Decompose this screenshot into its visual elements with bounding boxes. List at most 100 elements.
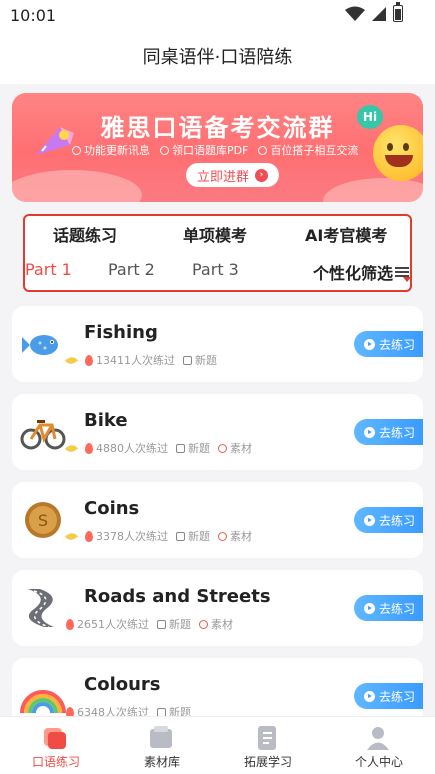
- tab-topic-practice[interactable]: 话题练习: [53, 222, 120, 249]
- check-icon: [218, 443, 227, 453]
- banner-feature: 百位搭子相互交流: [258, 142, 358, 158]
- topic-name: Colours: [84, 674, 161, 695]
- leaf-icon: [64, 354, 79, 366]
- practice-count: 4880人次练过: [85, 440, 168, 456]
- nav-label: 拓展学习: [243, 755, 292, 769]
- profile-icon: [367, 727, 389, 750]
- flame-icon: [85, 354, 93, 366]
- bottom-nav: 口语练习 素材库 拓展学习 个人中心: [0, 716, 435, 774]
- check-circle-icon: [160, 145, 169, 155]
- personal-filter-button[interactable]: 个性化筛选: [313, 260, 412, 284]
- promo-banner[interactable]: 雅思口语备考交流群 功能更新讯息 领口语题库PDF 百位搭子相互交流 立即进群 …: [12, 93, 423, 202]
- play-icon: [364, 602, 375, 614]
- check-circle-icon: [258, 145, 268, 155]
- new-badge: 新题: [183, 352, 217, 368]
- topic-card[interactable]: Fishing 13411人次练过 新题 去练习: [12, 306, 423, 382]
- svg-text:S: S: [38, 511, 48, 530]
- go-practice-button[interactable]: 去练习: [354, 331, 423, 357]
- go-practice-button[interactable]: 去练习: [354, 507, 423, 533]
- play-icon: [364, 338, 375, 350]
- flame-icon: [85, 442, 93, 454]
- play-icon: [364, 690, 375, 702]
- nav-label: 口语练习: [31, 755, 80, 769]
- book-icon: [258, 726, 276, 750]
- check-icon: [199, 619, 208, 629]
- banner-features: 功能更新讯息 领口语题库PDF 百位搭子相互交流: [72, 142, 358, 158]
- topic-meta: 2651人次练过 新题 素材: [66, 616, 233, 632]
- topic-name: Bike: [84, 410, 128, 431]
- leaf-icon: [64, 530, 79, 542]
- play-icon: [364, 514, 375, 526]
- nav-label: 素材库: [143, 755, 180, 769]
- arrow-right-icon: ›: [255, 168, 268, 182]
- status-bar: 10:01: [0, 0, 435, 32]
- play-icon: [364, 426, 375, 438]
- road-icon: [28, 589, 54, 628]
- tab-single-mock[interactable]: 单项模考: [183, 222, 247, 246]
- join-group-button[interactable]: 立即进群 ›: [186, 163, 279, 187]
- filter-lines-icon: [395, 267, 412, 282]
- filter-panel: 话题练习 单项模考 AI考官模考 Part 1 Part 2 Part 3 个性…: [23, 214, 412, 292]
- nav-speaking-practice[interactable]: 口语练习: [6, 717, 106, 774]
- topic-name: Fishing: [84, 322, 158, 343]
- banner-feature: 功能更新讯息: [72, 142, 150, 158]
- wifi-icon: [345, 6, 365, 21]
- materials-icon: [150, 726, 172, 748]
- material-badge: 素材: [218, 440, 252, 456]
- coin-icon: S: [25, 502, 61, 538]
- practice-count: 2651人次练过: [66, 616, 149, 632]
- new-icon: [183, 355, 192, 365]
- rainbow-icon: [20, 690, 66, 714]
- practice-count: 13411人次练过: [85, 352, 175, 368]
- signal-icon: [372, 6, 386, 21]
- part-2-tab[interactable]: Part 2: [108, 260, 155, 279]
- nav-profile[interactable]: 个人中心: [329, 717, 429, 774]
- new-badge: 新题: [176, 440, 210, 456]
- topic-card[interactable]: Roads and Streets 2651人次练过 新题 素材 去练习: [12, 570, 423, 646]
- part-1-tab[interactable]: Part 1: [25, 260, 72, 279]
- new-badge: 新题: [176, 528, 210, 544]
- nav-label: 个人中心: [354, 755, 403, 769]
- topic-card[interactable]: Bike 4880人次练过 新题 素材 去练习: [12, 394, 423, 470]
- nav-materials[interactable]: 素材库: [112, 717, 212, 774]
- topic-name: Coins: [84, 498, 140, 519]
- hi-bubble: Hi: [357, 105, 383, 129]
- check-icon: [218, 531, 227, 541]
- topic-meta: 13411人次练过 新题: [64, 352, 217, 368]
- material-badge: 素材: [218, 528, 252, 544]
- check-circle-icon: [72, 145, 81, 155]
- go-practice-button[interactable]: 去练习: [354, 683, 423, 709]
- leaf-icon: [64, 442, 79, 454]
- new-icon: [176, 531, 185, 541]
- topic-name: Roads and Streets: [84, 586, 271, 607]
- cloud-decoration: [12, 170, 142, 202]
- new-badge: 新题: [157, 616, 191, 632]
- cloud-decoration-right: [323, 178, 423, 202]
- practice-count: 3378人次练过: [85, 528, 168, 544]
- join-group-label: 立即进群: [196, 169, 249, 185]
- personal-filter-label: 个性化筛选: [313, 264, 394, 283]
- topic-meta: 4880人次练过 新题 素材: [64, 440, 252, 456]
- bicycle-icon: [20, 420, 66, 450]
- speaking-practice-icon: [44, 728, 66, 749]
- go-practice-button[interactable]: 去练习: [354, 595, 423, 621]
- banner-feature: 领口语题库PDF: [160, 142, 248, 158]
- flame-icon: [66, 618, 74, 630]
- nav-extended-learning[interactable]: 拓展学习: [218, 717, 318, 774]
- page-title: 同桌语伴·口语陪练: [142, 47, 293, 68]
- go-practice-button[interactable]: 去练习: [354, 419, 423, 445]
- status-icons: [345, 2, 403, 22]
- topic-meta: 3378人次练过 新题 素材: [64, 528, 252, 544]
- new-icon: [157, 619, 166, 629]
- material-badge: 素材: [199, 616, 233, 632]
- mode-tabs: 话题练习 单项模考 AI考官模考: [25, 222, 410, 249]
- fish-icon: [22, 335, 58, 355]
- smiley-emoji-icon: [373, 125, 423, 181]
- topic-card[interactable]: S Coins 3378人次练过 新题 素材 去练习: [12, 482, 423, 558]
- part-3-tab[interactable]: Part 3: [192, 260, 239, 279]
- tab-ai-examiner-mock[interactable]: AI考官模考: [305, 222, 387, 246]
- title-bar: 同桌语伴·口语陪练: [0, 32, 435, 84]
- flame-icon: [85, 530, 93, 542]
- battery-icon: [393, 2, 403, 22]
- status-time: 10:01: [10, 6, 57, 25]
